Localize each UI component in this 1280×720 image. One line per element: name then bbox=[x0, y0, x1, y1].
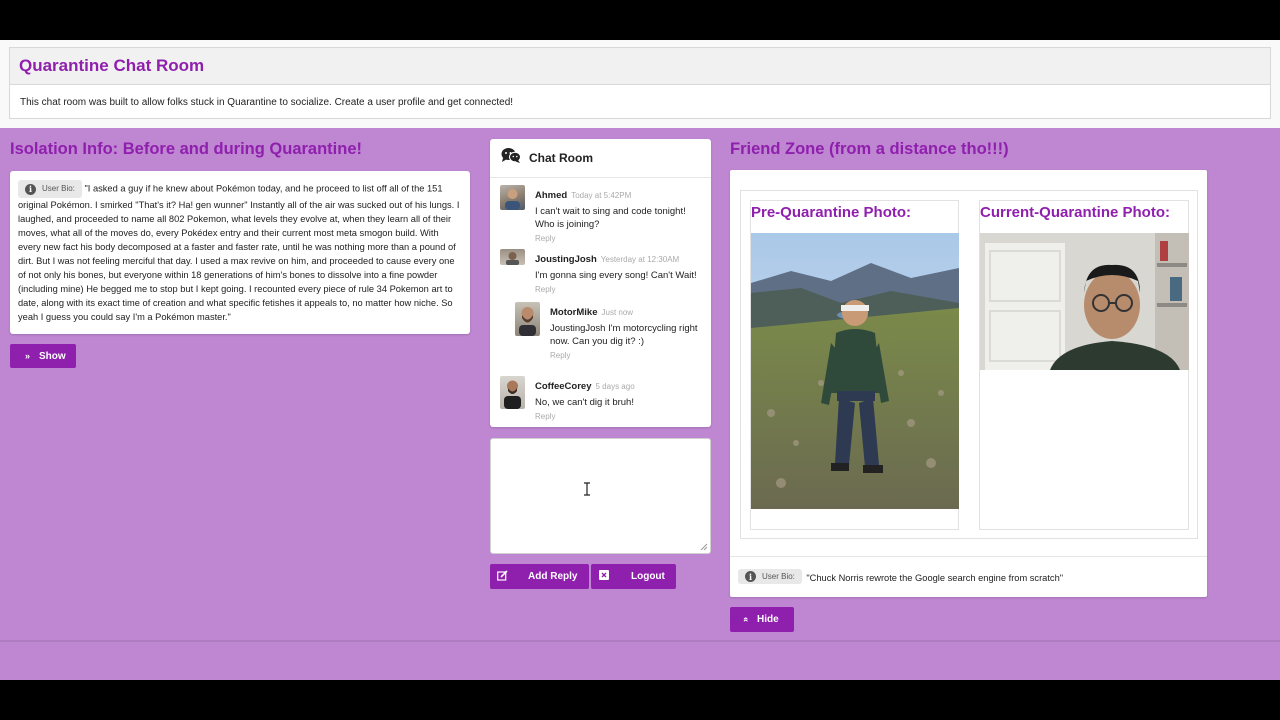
avatar bbox=[515, 302, 540, 336]
pre-quarantine-card: Pre-Quarantine Photo: bbox=[750, 200, 959, 530]
friend-bio-row: i User Bio: "Chuck Norris rewrote the Go… bbox=[730, 556, 1207, 597]
footer-divider bbox=[0, 640, 1280, 642]
comment-timestamp: Just now bbox=[601, 308, 634, 317]
app-stage: Quarantine Chat Room This chat room was … bbox=[0, 40, 1280, 680]
comment: CoffeeCorey 5 days ago No, we can't dig i… bbox=[500, 376, 700, 421]
page-description: This chat room was built to allow folks … bbox=[20, 97, 514, 108]
bio-text: "I asked a guy if he knew about Pokémon … bbox=[18, 183, 460, 322]
pre-quarantine-photo bbox=[751, 233, 959, 509]
pre-quarantine-title: Pre-Quarantine Photo: bbox=[751, 204, 912, 221]
bio-label: i User Bio: bbox=[18, 180, 82, 198]
info-icon: i bbox=[25, 183, 36, 195]
comment-author[interactable]: Ahmed bbox=[535, 190, 567, 201]
page-title: Quarantine Chat Room bbox=[19, 56, 205, 75]
chevron-double-down-icon: » bbox=[25, 350, 31, 361]
header-title-bar: Quarantine Chat Room bbox=[10, 48, 1270, 85]
edit-icon bbox=[497, 569, 508, 584]
avatar bbox=[500, 376, 525, 409]
text-cursor-icon bbox=[584, 482, 590, 496]
add-reply-label: Add Reply bbox=[528, 571, 578, 582]
current-quarantine-title: Current-Quarantine Photo: bbox=[980, 204, 1170, 221]
friend-zone-card: Pre-Quarantine Photo: Current-Quarantine… bbox=[730, 170, 1207, 597]
header-panel: Quarantine Chat Room This chat room was … bbox=[9, 47, 1271, 119]
reply-link[interactable]: Reply bbox=[535, 412, 635, 421]
comment-nested: MotorMike Just now JoustingJosh I'm motor… bbox=[515, 302, 701, 360]
bio-label-text: User Bio: bbox=[762, 572, 795, 582]
isolation-bio: i User Bio: "I asked a guy if he knew ab… bbox=[18, 180, 462, 324]
resize-handle-icon[interactable] bbox=[700, 543, 708, 551]
top-band: Quarantine Chat Room This chat room was … bbox=[0, 40, 1280, 128]
avatar bbox=[500, 185, 525, 210]
friend-bio-text: "Chuck Norris rewrote the Google search … bbox=[806, 573, 1064, 583]
comment-timestamp: Today at 5:42PM bbox=[571, 191, 632, 200]
comment-author[interactable]: JoustingJosh bbox=[535, 254, 597, 265]
reply-link[interactable]: Reply bbox=[535, 234, 700, 243]
avatar bbox=[500, 249, 525, 265]
comment-text: I can't wait to sing and code tonight! W… bbox=[535, 206, 686, 230]
chevron-double-up-icon: » bbox=[740, 616, 751, 623]
comment-timestamp: 5 days ago bbox=[595, 382, 635, 391]
comment-text: No, we can't dig it bruh! bbox=[535, 397, 634, 408]
comment-text: JoustingJosh I'm motorcycling right now.… bbox=[550, 323, 698, 347]
comment-author[interactable]: CoffeeCorey bbox=[535, 381, 592, 392]
close-box-icon bbox=[599, 570, 609, 583]
current-quarantine-photo bbox=[980, 233, 1189, 370]
reply-link[interactable]: Reply bbox=[535, 285, 697, 294]
bio-label: i User Bio: bbox=[738, 569, 802, 585]
logout-button[interactable]: Logout bbox=[591, 564, 676, 589]
photo-panel: Pre-Quarantine Photo: Current-Quarantine… bbox=[740, 190, 1198, 539]
chat-header: Chat Room bbox=[490, 139, 711, 178]
friend-zone-title: Friend Zone (from a distance tho!!!) bbox=[730, 140, 1009, 158]
comment-text: I'm gonna sing every song! Can't Wait! bbox=[535, 270, 697, 281]
chat-room-title: Chat Room bbox=[529, 151, 593, 165]
hide-button[interactable]: » Hide bbox=[730, 607, 794, 632]
show-button[interactable]: » Show bbox=[10, 344, 76, 368]
logout-label: Logout bbox=[631, 571, 665, 582]
show-button-label: Show bbox=[39, 350, 66, 362]
comment: JoustingJosh Yesterday at 12:30AM I'm gon… bbox=[500, 249, 700, 294]
bio-label-text: User Bio: bbox=[42, 184, 75, 193]
chat-bubbles-icon bbox=[501, 147, 521, 169]
hide-button-label: Hide bbox=[757, 614, 779, 625]
comment-timestamp: Yesterday at 12:30AM bbox=[600, 255, 680, 264]
reply-link[interactable]: Reply bbox=[550, 351, 701, 360]
add-reply-button[interactable]: Add Reply bbox=[490, 564, 589, 589]
info-icon: i bbox=[745, 571, 756, 583]
isolation-title: Isolation Info: Before and during Quaran… bbox=[10, 140, 363, 158]
isolation-bio-card: i User Bio: "I asked a guy if he knew ab… bbox=[10, 171, 470, 334]
current-quarantine-card: Current-Quarantine Photo: bbox=[979, 200, 1189, 530]
reply-textarea[interactable] bbox=[490, 438, 711, 554]
comment: Ahmed Today at 5:42PM I can't wait to sin… bbox=[500, 185, 700, 243]
comment-author[interactable]: MotorMike bbox=[550, 307, 598, 318]
chat-room-card: Chat Room Ahmed Today at 5:42PM I can't w… bbox=[490, 139, 711, 427]
